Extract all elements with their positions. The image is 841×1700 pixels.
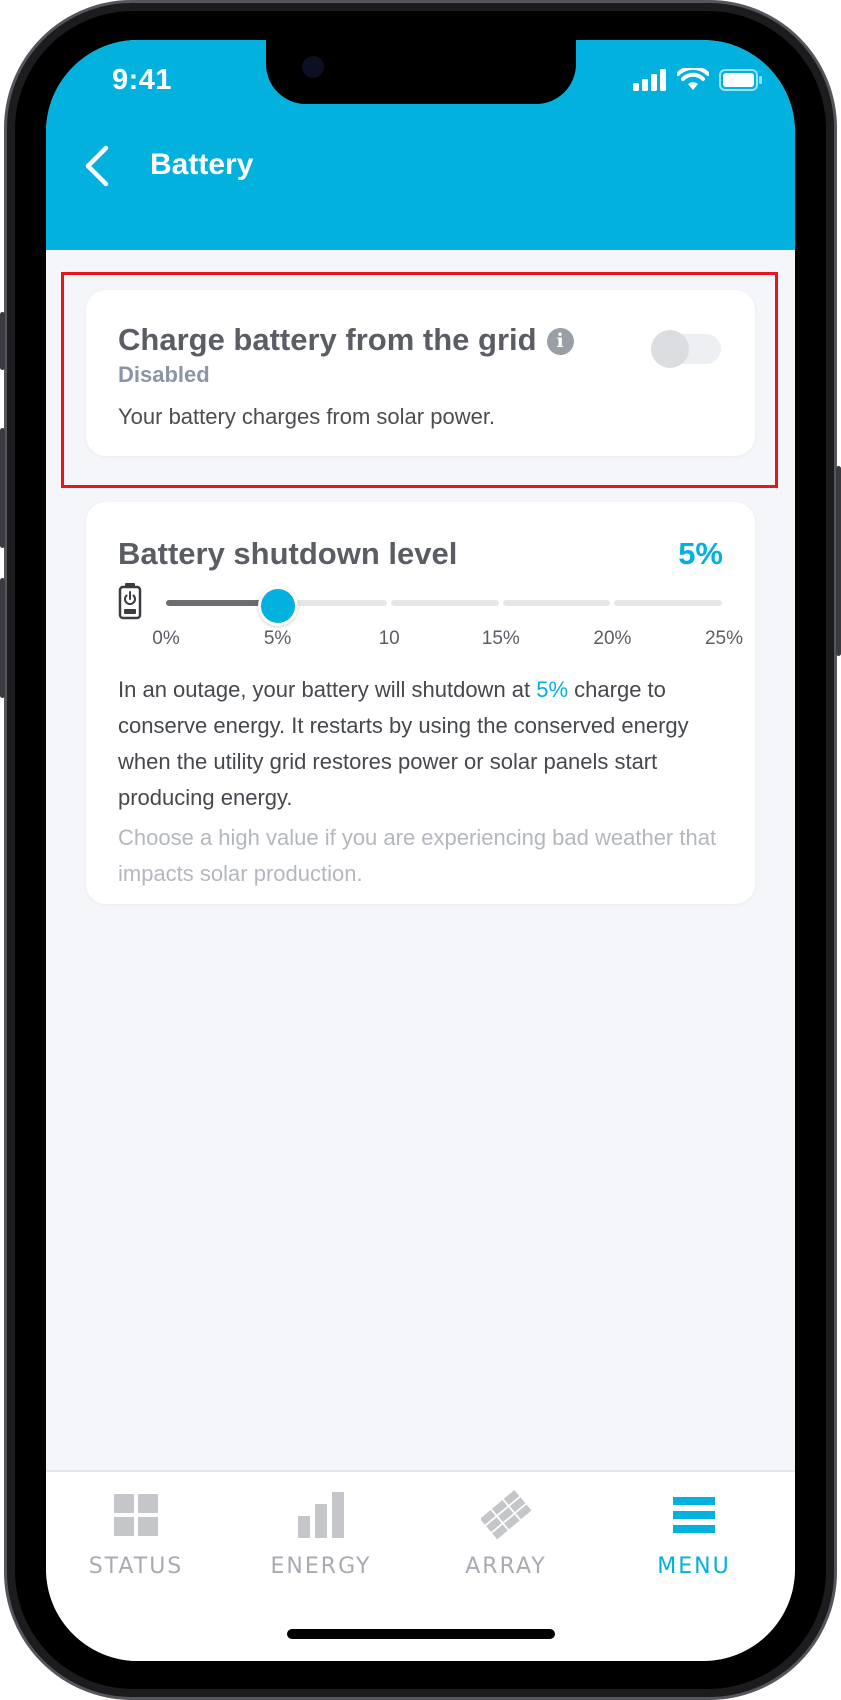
tab-array[interactable]: ARRAY — [426, 1490, 586, 1579]
grid-icon — [114, 1494, 158, 1536]
tab-energy-label: ENERGY — [270, 1554, 372, 1579]
chevron-left-icon — [85, 145, 109, 187]
phone-notch — [266, 40, 576, 104]
shutdown-description-level: 5% — [536, 677, 569, 702]
status-icons — [633, 68, 763, 92]
phone-side-button — [0, 312, 5, 370]
highlight-box — [61, 272, 778, 488]
slider-tick-label: 0% — [152, 628, 180, 649]
battery-status-icon — [719, 69, 762, 91]
tab-menu-label: MENU — [657, 1554, 731, 1579]
shutdown-level-title: Battery shutdown level — [118, 536, 458, 571]
hamburger-icon — [673, 1497, 715, 1533]
page-title: Battery — [150, 148, 254, 181]
slider-track-segment — [391, 600, 499, 606]
home-indicator — [287, 1629, 555, 1639]
slider-tick-label: 25% — [704, 628, 744, 649]
shutdown-level-value: 5% — [678, 536, 723, 571]
battery-power-icon — [118, 583, 142, 620]
slider-track-segment — [614, 600, 722, 606]
slider-tick-label: 10 — [378, 628, 400, 649]
app-header: 9:41 Battery — [46, 40, 795, 250]
back-button[interactable] — [72, 136, 122, 196]
slider-tick-label: 15% — [481, 628, 520, 649]
cellular-signal-icon — [633, 69, 666, 91]
tab-status[interactable]: STATUS — [56, 1490, 216, 1579]
status-time: 9:41 — [112, 64, 173, 96]
tab-status-label: STATUS — [88, 1554, 184, 1579]
tab-array-label: ARRAY — [465, 1554, 547, 1579]
shutdown-description: In an outage, your battery will shutdown… — [118, 672, 730, 816]
slider-track-segment — [502, 600, 611, 606]
slider-tick-label: 5% — [263, 628, 292, 649]
solar-array-icon — [481, 1490, 531, 1540]
tab-energy[interactable]: ENERGY — [241, 1490, 401, 1579]
phone-side-button — [0, 578, 5, 698]
app-screen: 9:41 Battery Charge battery from the gri… — [46, 40, 795, 1661]
shutdown-description-start: In an outage, your battery will shutdown… — [118, 677, 537, 702]
camera-icon — [302, 56, 324, 78]
slider-tick-label: 20% — [593, 628, 632, 649]
slider-thumb[interactable] — [257, 586, 298, 626]
bar-chart-icon — [298, 1492, 344, 1538]
phone-side-button — [0, 428, 5, 548]
shutdown-level-slider[interactable]: 0% 5% 10 15% 20% 25% — [116, 580, 743, 660]
shutdown-hint: Choose a high value if you are experienc… — [118, 825, 717, 886]
phone-side-button — [836, 466, 841, 656]
tab-menu[interactable]: MENU — [614, 1490, 774, 1579]
shutdown-level-card: Battery shutdown level 5% 0% 5% 10 15% 20% 25… — [86, 502, 755, 904]
wifi-icon — [677, 68, 709, 90]
